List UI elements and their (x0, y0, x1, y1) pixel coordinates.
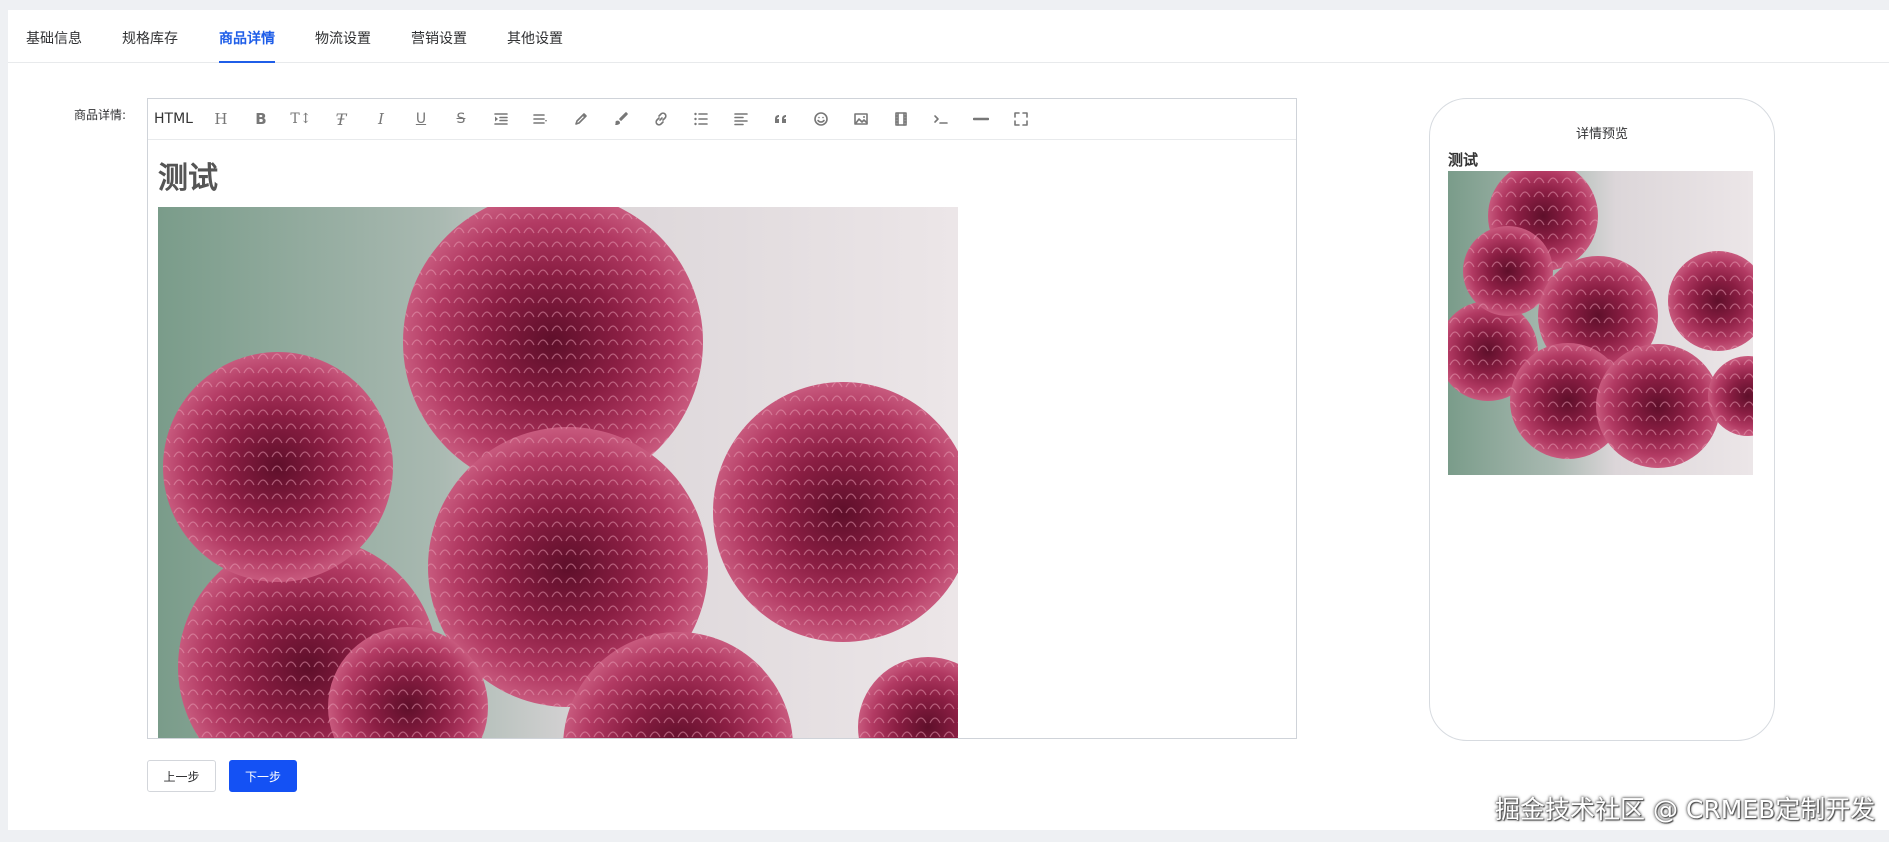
video-icon[interactable] (881, 105, 921, 133)
next-step-button[interactable]: 下一步 (229, 760, 297, 792)
product-form-card: 基础信息 规格库存 商品详情 物流设置 营销设置 其他设置 商品详情: HTML… (8, 10, 1889, 830)
font-size-icon[interactable]: T↕ (281, 105, 321, 133)
preview-title: 详情预览 (1575, 127, 1628, 142)
watermark: 掘金技术社区 @ CRMEB定制开发 (1495, 795, 1876, 824)
content-heading: 测试 (158, 161, 218, 196)
preview-heading: 测试 (1448, 151, 1479, 169)
bold-icon[interactable]: B (241, 105, 281, 133)
phone-preview: 详情预览 测试 (1429, 98, 1775, 741)
quote-icon[interactable] (761, 105, 801, 133)
italic-icon[interactable]: I (361, 105, 401, 133)
editor-toolbar: HTML H B T↕ Ŧ I U S (148, 99, 1296, 140)
divider-icon[interactable] (961, 105, 1001, 133)
tab-logistics[interactable]: 物流设置 (315, 28, 371, 63)
background-color-icon[interactable] (601, 105, 641, 133)
link-icon[interactable] (641, 105, 681, 133)
tab-spec-stock[interactable]: 规格库存 (122, 28, 178, 63)
fullscreen-icon[interactable] (1001, 105, 1041, 133)
underline-icon[interactable]: U (401, 105, 441, 133)
indent-icon[interactable] (481, 105, 521, 133)
justify-icon[interactable] (721, 105, 761, 133)
tab-basic-info[interactable]: 基础信息 (26, 28, 82, 63)
preview-flower-image (1448, 171, 1753, 475)
preview-flower-illustration (1448, 171, 1753, 468)
tab-product-detail[interactable]: 商品详情 (219, 28, 275, 63)
line-height-icon[interactable] (521, 105, 561, 133)
text-color-icon[interactable] (561, 105, 601, 133)
flower-illustration (163, 207, 958, 738)
heading-icon[interactable]: H (201, 105, 241, 133)
list-icon[interactable] (681, 105, 721, 133)
strikethrough-icon[interactable]: S (441, 105, 481, 133)
html-mode-button[interactable]: HTML (154, 108, 193, 130)
font-family-icon[interactable]: Ŧ (321, 105, 361, 133)
emoticon-icon[interactable] (801, 105, 841, 133)
rich-text-editor[interactable]: HTML H B T↕ Ŧ I U S 测试 (147, 98, 1297, 739)
detail-field-label: 商品详情: (74, 108, 127, 122)
tab-bar: 基础信息 规格库存 商品详情 物流设置 营销设置 其他设置 (8, 10, 1889, 63)
code-icon[interactable] (921, 105, 961, 133)
image-icon[interactable] (841, 105, 881, 133)
tab-other[interactable]: 其他设置 (507, 28, 563, 63)
tab-marketing[interactable]: 营销设置 (411, 28, 467, 63)
prev-step-button[interactable]: 上一步 (147, 760, 216, 792)
flower-image (158, 207, 958, 738)
